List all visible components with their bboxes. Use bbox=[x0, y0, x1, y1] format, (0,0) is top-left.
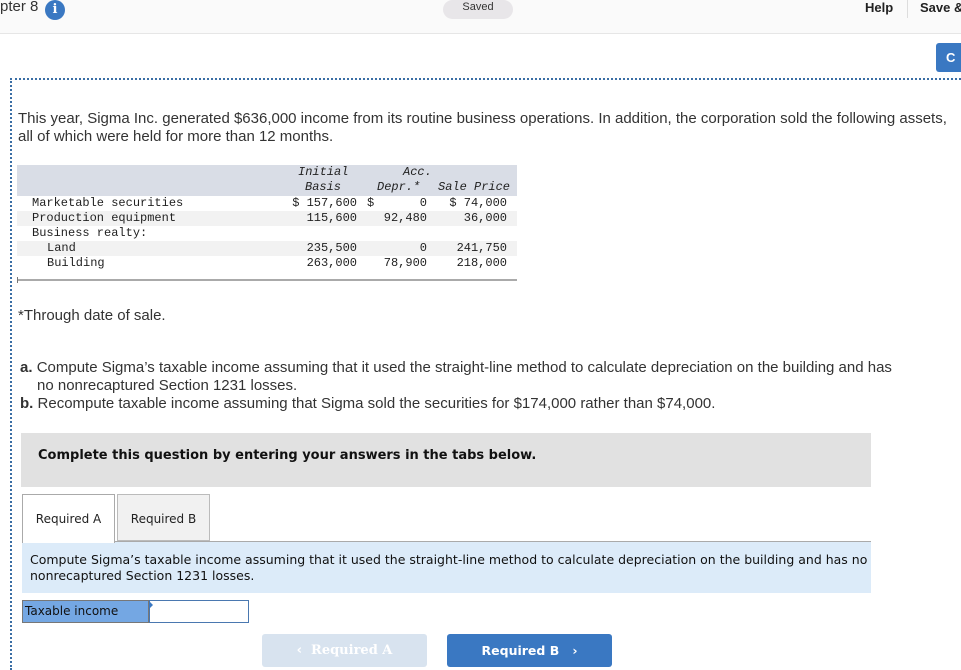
initial-basis: 263,000 bbox=[306, 256, 357, 270]
sale-price: 36,000 bbox=[463, 211, 507, 225]
prev-required-a-button[interactable]: ‹ Required A bbox=[262, 634, 427, 667]
part-a: a. Compute Sigma’s taxable income assumi… bbox=[20, 359, 950, 377]
question-frame-top bbox=[10, 78, 961, 80]
chapter-title: pter 8 bbox=[0, 0, 39, 15]
divider bbox=[907, 0, 908, 18]
header-sale-price: Sale Price bbox=[438, 180, 511, 194]
asset-name: Production equipment bbox=[32, 211, 177, 225]
acc-depr: 0 bbox=[419, 241, 427, 255]
taxable-income-label: Taxable income bbox=[22, 600, 149, 623]
next-button-label: Required B bbox=[481, 643, 560, 658]
instructions-text: Complete this question by entering your … bbox=[38, 448, 537, 463]
prev-button-label: Required A bbox=[311, 643, 393, 658]
asset-name: Marketable securities bbox=[32, 196, 184, 210]
table-row: Land 235,500 0 241,750 bbox=[17, 241, 517, 256]
part-b: b. Recompute taxable income assuming tha… bbox=[20, 395, 950, 413]
tab-required-b[interactable]: Required B bbox=[117, 494, 210, 541]
chevron-left-icon: ‹ bbox=[296, 643, 302, 658]
save-exit-link[interactable]: Save & bbox=[920, 0, 961, 15]
tab-panel-prompt: Compute Sigma’s taxable income assuming … bbox=[22, 541, 871, 593]
initial-basis: 115,600 bbox=[306, 211, 357, 225]
part-a-continued: no nonrecaptured Section 1231 losses. bbox=[37, 377, 298, 394]
depr-currency: $ bbox=[367, 196, 375, 210]
part-a-label: a. bbox=[20, 359, 33, 376]
instructions-banner: Complete this question by entering your … bbox=[21, 433, 871, 487]
acc-depr: 0 bbox=[419, 196, 427, 210]
saved-badge: Saved bbox=[443, 0, 513, 19]
asset-name: Land bbox=[47, 241, 76, 255]
initial-basis: $ 157,600 bbox=[292, 196, 357, 210]
question-parts: a. Compute Sigma’s taxable income assumi… bbox=[20, 359, 950, 413]
question-frame-left bbox=[10, 78, 12, 670]
sale-price: $ 74,000 bbox=[449, 196, 507, 210]
acc-depr: 78,900 bbox=[383, 256, 427, 270]
part-a-text: Compute Sigma’s taxable income assuming … bbox=[36, 359, 892, 376]
asset-table-header: Initial Basis Acc. Depr.* Sale Price bbox=[17, 165, 517, 196]
top-bar: pter 8 i Saved Help Save & bbox=[0, 0, 961, 34]
table-row: Marketable securities $ 157,600 $ 0 $ 74… bbox=[17, 196, 517, 211]
initial-basis: 235,500 bbox=[306, 241, 357, 255]
asset-name: Business realty: bbox=[32, 226, 148, 240]
help-link[interactable]: Help bbox=[865, 0, 893, 15]
table-row: Building 263,000 78,900 218,000 bbox=[17, 256, 517, 271]
tab-panel-text: Compute Sigma’s taxable income assuming … bbox=[30, 552, 868, 583]
header-initial: Initial bbox=[298, 165, 349, 179]
table-footer-rule bbox=[17, 271, 517, 283]
taxable-income-input[interactable] bbox=[149, 600, 249, 623]
footnote: *Through date of sale. bbox=[18, 307, 166, 324]
part-b-label: b. bbox=[20, 395, 34, 412]
acc-depr: 92,480 bbox=[383, 211, 427, 225]
check-my-work-button[interactable]: C bbox=[936, 43, 961, 72]
next-required-b-button[interactable]: Required B › bbox=[447, 634, 612, 667]
header-depr: Depr.* bbox=[377, 180, 421, 194]
chevron-right-icon: › bbox=[572, 643, 578, 658]
asset-table: Initial Basis Acc. Depr.* Sale Price Mar… bbox=[17, 165, 517, 283]
problem-intro: This year, Sigma Inc. generated $636,000… bbox=[18, 110, 947, 145]
header-basis: Basis bbox=[305, 180, 342, 194]
sale-price: 241,750 bbox=[456, 241, 507, 255]
table-row: Production equipment 115,600 92,480 36,0… bbox=[17, 211, 517, 226]
part-b-text: Recompute taxable income assuming that S… bbox=[37, 395, 716, 412]
input-marker-icon bbox=[149, 601, 153, 609]
info-icon[interactable]: i bbox=[45, 0, 65, 20]
header-acc: Acc. bbox=[403, 165, 432, 179]
table-row: Business realty: bbox=[17, 226, 517, 241]
sale-price: 218,000 bbox=[456, 256, 507, 270]
tab-required-a[interactable]: Required A bbox=[22, 494, 115, 543]
asset-name: Building bbox=[47, 256, 105, 270]
